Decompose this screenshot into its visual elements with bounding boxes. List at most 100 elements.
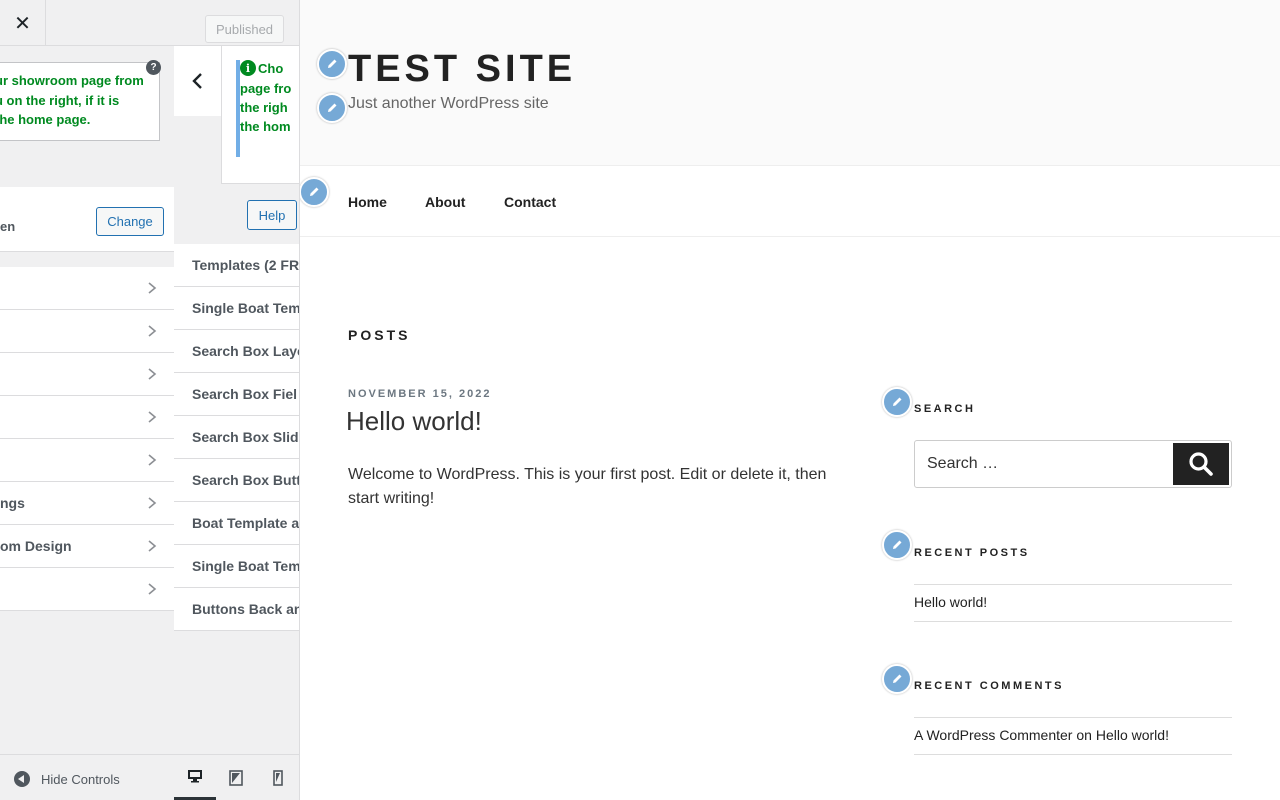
menu-item-buttons-back[interactable]: Buttons Back an [174,588,300,631]
previous-panel: ur showroom page from u on the right, if… [0,46,174,754]
chevron-right-icon [148,497,157,509]
recent-posts-title: RECENT POSTS [914,547,1030,559]
post-excerpt: Welcome to WordPress. This is your first… [348,466,827,507]
showroom-notice: ur showroom page from u on the right, if… [0,62,160,141]
post-date[interactable]: NOVEMBER 15, 2022 [348,388,491,400]
mobile-icon [273,770,283,786]
left-menu-item-1[interactable] [0,267,174,310]
panel-notice: i Cho page fro the righ the hom [236,60,299,157]
menu-item-label: Boat Template a [192,515,300,531]
divider [914,717,1232,718]
customizer-header: ✕ Published [0,0,299,46]
divider [914,754,1232,755]
chevron-right-icon [148,454,157,466]
tablet-preview-button[interactable] [215,755,257,800]
menu-item-search-box-layout[interactable]: Search Box Layo [174,330,300,373]
menu-item-label: Search Box Layo [192,343,300,359]
menu-item-templates[interactable]: Templates (2 FR [174,244,300,287]
menu-item-label: Templates (2 FR [192,257,300,273]
menu-item-label: Single Boat Tem [192,300,300,316]
chevron-left-icon [191,73,202,89]
hide-controls-label: Hide Controls [41,771,120,787]
posts-heading: POSTS [348,327,411,343]
edit-shortcut-pencil-icon[interactable] [882,387,912,417]
menu-item-label: Search Box Slid [192,429,299,445]
menu-item-single-boat-template[interactable]: Single Boat Tem [174,287,300,330]
help-question-icon[interactable]: ? [146,60,161,75]
edit-shortcut-pencil-icon[interactable] [317,49,347,79]
customizer-sidebar: ✕ Published ur showroom page from u on t… [0,0,300,800]
edit-shortcut-pencil-icon[interactable] [882,664,912,694]
left-menu-item-settings[interactable]: ngs [0,482,174,525]
help-button[interactable]: Help [247,200,297,230]
menu-item-label: Buttons Back an [192,601,300,617]
left-menu-label: ngs [0,495,25,511]
chevron-right-icon [148,411,157,423]
nav-contact[interactable]: Contact [504,194,556,210]
edit-shortcut-pencil-icon[interactable] [300,177,329,207]
left-menu-item-4[interactable] [0,396,174,439]
left-menu-item-3[interactable] [0,353,174,396]
theme-change-row: en Change [0,187,174,252]
notice-text: page fro the righ the hom [240,81,292,134]
mobile-preview-button[interactable] [257,755,299,800]
chevron-right-icon [148,368,157,380]
menu-item-label: Single Boat Tem [192,558,300,574]
customizer-footer: Hide Controls [0,754,299,800]
info-icon: i [240,60,256,76]
search-submit-button[interactable] [1173,443,1229,485]
left-menu: ngs om Design [0,267,174,611]
menu-item-search-box-buttons[interactable]: Search Box Butt [174,459,300,502]
menu-item-search-box-sliders[interactable]: Search Box Slid [174,416,299,459]
desktop-icon [188,770,202,783]
tablet-icon [229,770,243,786]
comment-post-link[interactable]: Hello world! [1096,727,1169,743]
search-icon [1189,452,1213,476]
edit-shortcut-pencil-icon[interactable] [882,530,912,560]
left-menu-item-showroom-design[interactable]: om Design [0,525,174,568]
primary-navigation: Home About Contact [300,166,1280,237]
site-preview: TEST SITE Just another WordPress site Ho… [300,0,1280,800]
left-menu-label: om Design [0,538,72,554]
active-panel: i Cho page fro the righ the hom Help Tem… [174,46,300,754]
nav-about[interactable]: About [425,194,465,210]
left-menu-item-5[interactable] [0,439,174,482]
menu-item-boat-template[interactable]: Boat Template a [174,502,300,545]
menu-item-label: Search Box Fiel [192,386,298,402]
left-menu-item-2[interactable] [0,310,174,353]
chevron-right-icon [148,540,157,552]
collapse-arrow-icon [14,771,30,787]
close-icon[interactable]: ✕ [0,0,46,46]
right-menu: Templates (2 FR Single Boat Tem Search B… [174,244,300,631]
post-title[interactable]: Hello world! [346,406,482,437]
left-menu-item-8[interactable] [0,568,174,611]
search-widget-title: SEARCH [914,403,976,415]
notice-first-word: Cho [258,61,284,76]
chevron-right-icon [148,282,157,294]
hide-controls-button[interactable]: Hide Controls [14,771,120,787]
recent-comment: A WordPress Commenter on Hello world! [914,727,1169,743]
menu-item-single-boat-template-2[interactable]: Single Boat Tem [174,545,300,588]
nav-home[interactable]: Home [348,194,387,210]
site-title[interactable]: TEST SITE [348,48,576,91]
back-button[interactable] [174,46,221,116]
search-form [914,440,1232,488]
divider [914,584,1232,585]
published-button[interactable]: Published [205,15,284,43]
recent-post-link[interactable]: Hello world! [914,594,987,610]
menu-item-search-box-fields[interactable]: Search Box Fiel [174,373,299,416]
chevron-right-icon [148,583,157,595]
recent-comments-title: RECENT COMMENTS [914,680,1064,692]
divider [914,621,1232,622]
site-description: Just another WordPress site [348,95,549,112]
menu-item-label: Search Box Butt [192,472,300,488]
comment-author-link[interactable]: A WordPress Commenter [914,727,1072,743]
search-input[interactable] [925,453,1165,475]
edit-shortcut-pencil-icon[interactable] [317,93,347,123]
change-theme-button[interactable]: Change [96,207,164,236]
desktop-preview-button[interactable] [174,755,216,800]
notice-text: ur showroom page from u on the right, if… [0,73,144,127]
chevron-right-icon [148,325,157,337]
comment-on-text: on [1076,727,1092,743]
site-header: TEST SITE Just another WordPress site [300,0,1280,166]
